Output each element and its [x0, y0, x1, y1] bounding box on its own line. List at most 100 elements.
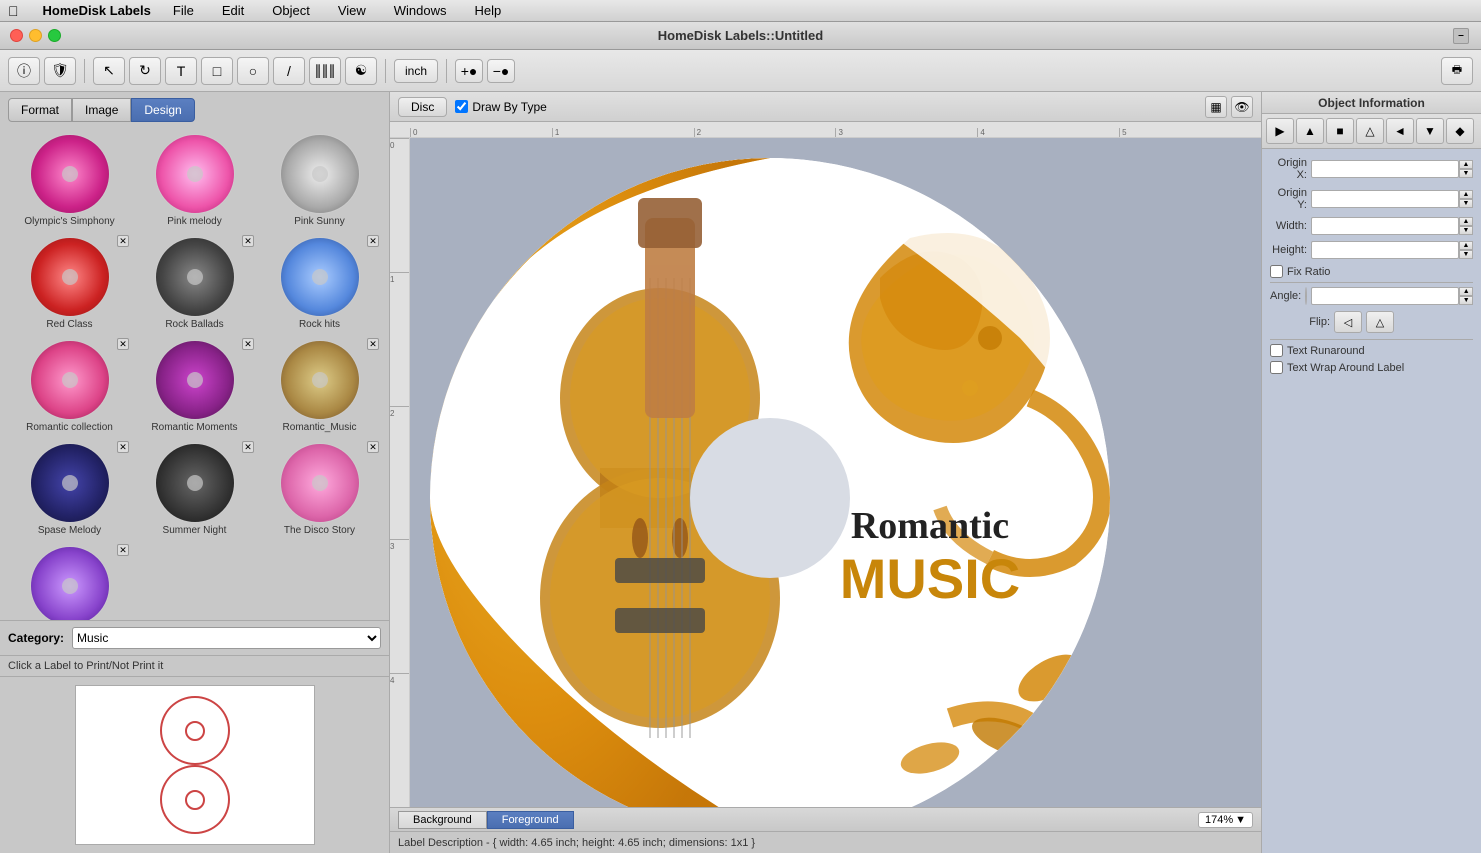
object-info-title: Object Information	[1262, 92, 1481, 114]
design-item-pink-sunny[interactable]: Pink Sunny	[258, 130, 381, 231]
zoom-dropdown-icon[interactable]: ▼	[1235, 814, 1246, 826]
width-down[interactable]: ▼	[1459, 226, 1473, 235]
ruler-horizontal: 0 1 2 3 4 5	[390, 122, 1261, 138]
design-item-summer-night[interactable]: ✕ Summer Night	[133, 439, 256, 540]
origin-y-down[interactable]: ▼	[1459, 199, 1473, 208]
design-item-spase-melody[interactable]: ✕ Spase Melody	[8, 439, 131, 540]
right-panel: Object Information ▶ ▲ ■ △ ◄ ▼ ◆ Origin …	[1261, 92, 1481, 853]
menu-windows[interactable]: Windows	[388, 1, 453, 20]
right-tool-6[interactable]: ▼	[1416, 118, 1444, 144]
tab-format[interactable]: Format	[8, 98, 72, 122]
draw-by-type-checkbox[interactable]	[455, 100, 468, 113]
menu-help[interactable]: Help	[469, 1, 508, 20]
flip-vertical-button[interactable]: △	[1366, 311, 1394, 333]
design-close-rock-ballads[interactable]: ✕	[242, 235, 254, 247]
toolbar-separator	[84, 59, 85, 83]
tab-foreground[interactable]: Foreground	[487, 811, 574, 829]
right-tool-5[interactable]: ◄	[1386, 118, 1414, 144]
origin-y-input[interactable]	[1311, 190, 1459, 208]
design-item-olympics[interactable]: Olympic's Simphony	[8, 130, 131, 231]
print-button[interactable]: 🖶	[1441, 57, 1473, 85]
origin-x-input[interactable]	[1311, 160, 1459, 178]
menu-object[interactable]: Object	[266, 1, 316, 20]
right-tool-4[interactable]: △	[1356, 118, 1384, 144]
design-close-red-class[interactable]: ✕	[117, 235, 129, 247]
design-close-spase-melody[interactable]: ✕	[117, 441, 129, 453]
rotate-tool[interactable]: ↻	[129, 57, 161, 85]
minimize-button[interactable]	[29, 29, 42, 42]
design-grid-container[interactable]: Olympic's Simphony Pink melody Pink Sunn…	[0, 122, 389, 620]
barcode-tool[interactable]: ∥∥∥	[309, 57, 341, 85]
fix-ratio-checkbox[interactable]	[1270, 265, 1283, 278]
angle-input[interactable]	[1311, 287, 1459, 305]
design-item-pink-melody[interactable]: Pink melody	[133, 130, 256, 231]
menu-file[interactable]: File	[167, 1, 200, 20]
angle-up[interactable]: ▲	[1459, 287, 1473, 296]
disc-button[interactable]: Disc	[398, 97, 447, 117]
design-close-disco-story[interactable]: ✕	[367, 441, 379, 453]
tab-image[interactable]: Image	[72, 98, 131, 122]
design-item-disco-story[interactable]: ✕ The Disco Story	[258, 439, 381, 540]
text-runaround-checkbox[interactable]	[1270, 344, 1283, 357]
pointer-tool[interactable]: ↖	[93, 57, 125, 85]
design-close-summer-night[interactable]: ✕	[242, 441, 254, 453]
zoom-button[interactable]	[48, 29, 61, 42]
design-close-rock-hits[interactable]: ✕	[367, 235, 379, 247]
tab-design[interactable]: Design	[131, 98, 194, 122]
text-tool[interactable]: T	[165, 57, 197, 85]
close-button[interactable]	[10, 29, 23, 42]
origin-x-down[interactable]: ▼	[1459, 169, 1473, 178]
width-input[interactable]	[1311, 217, 1459, 235]
design-close-romantic-music[interactable]: ✕	[367, 338, 379, 350]
line-tool[interactable]: /	[273, 57, 305, 85]
fix-ratio-label: Fix Ratio	[1287, 266, 1330, 278]
design-close-romantic-collection[interactable]: ✕	[117, 338, 129, 350]
menu-edit[interactable]: Edit	[216, 1, 250, 20]
design-item-romantic-moments[interactable]: ✕ Romantic Moments	[133, 336, 256, 437]
angle-circle[interactable]	[1305, 287, 1307, 305]
design-item-red-class[interactable]: ✕ Red Class	[8, 233, 131, 334]
height-down[interactable]: ▼	[1459, 250, 1473, 259]
design-item-rock-ballads[interactable]: ✕ Rock Ballads	[133, 233, 256, 334]
design-item-rock-hits[interactable]: ✕ Rock hits	[258, 233, 381, 334]
ruler-tick-5: 5	[1119, 128, 1261, 137]
category-select[interactable]: Music All	[72, 627, 381, 649]
design-close-romantic-moments[interactable]: ✕	[242, 338, 254, 350]
angle-down[interactable]: ▼	[1459, 296, 1473, 305]
right-tool-2[interactable]: ▲	[1296, 118, 1324, 144]
info-icon[interactable]: ⓘ	[8, 57, 40, 85]
origin-x-up[interactable]: ▲	[1459, 160, 1473, 169]
menu-view[interactable]: View	[332, 1, 372, 20]
spiral-tool[interactable]: ☯	[345, 57, 377, 85]
origin-y-up[interactable]: ▲	[1459, 190, 1473, 199]
design-close-violet[interactable]: ✕	[117, 544, 129, 556]
left-panel: Format Image Design Olympic's Simphony P…	[0, 92, 390, 853]
design-item-romantic-collection[interactable]: ✕ Romantic collection	[8, 336, 131, 437]
eye-icon[interactable]: 👁	[1231, 96, 1253, 118]
ellipse-tool[interactable]: ○	[237, 57, 269, 85]
tab-background[interactable]: Background	[398, 811, 487, 829]
unit-selector[interactable]: inch	[394, 59, 438, 83]
layers-icon[interactable]: ▦	[1205, 96, 1227, 118]
zoom-in-button[interactable]: +●	[455, 59, 483, 83]
flip-horizontal-button[interactable]: ◁	[1334, 311, 1362, 333]
right-tool-7[interactable]: ◆	[1446, 118, 1474, 144]
width-up[interactable]: ▲	[1459, 217, 1473, 226]
height-row: Height: ▲ ▼	[1270, 241, 1473, 259]
canvas[interactable]: Romantic MUSIC	[410, 138, 1261, 807]
shield-icon[interactable]: 🛡	[44, 57, 76, 85]
design-item-violet[interactable]: ✕ Violet by Step	[8, 542, 131, 620]
design-thumb-romantic-collection	[30, 340, 110, 420]
height-input[interactable]	[1311, 241, 1459, 259]
right-tool-1[interactable]: ▶	[1266, 118, 1294, 144]
window-collapse-button[interactable]: ⎯	[1453, 28, 1469, 44]
text-wrap-checkbox[interactable]	[1270, 361, 1283, 374]
design-item-romantic-music[interactable]: ✕ Romantic_Music	[258, 336, 381, 437]
zoom-out-button[interactable]: −●	[487, 59, 515, 83]
angle-row: Angle: ▲ ▼	[1270, 287, 1473, 305]
height-up[interactable]: ▲	[1459, 241, 1473, 250]
obj-divider-2	[1270, 339, 1473, 340]
right-tool-3[interactable]: ■	[1326, 118, 1354, 144]
status-text: Label Description - { width: 4.65 inch; …	[398, 837, 755, 849]
rect-tool[interactable]: □	[201, 57, 233, 85]
